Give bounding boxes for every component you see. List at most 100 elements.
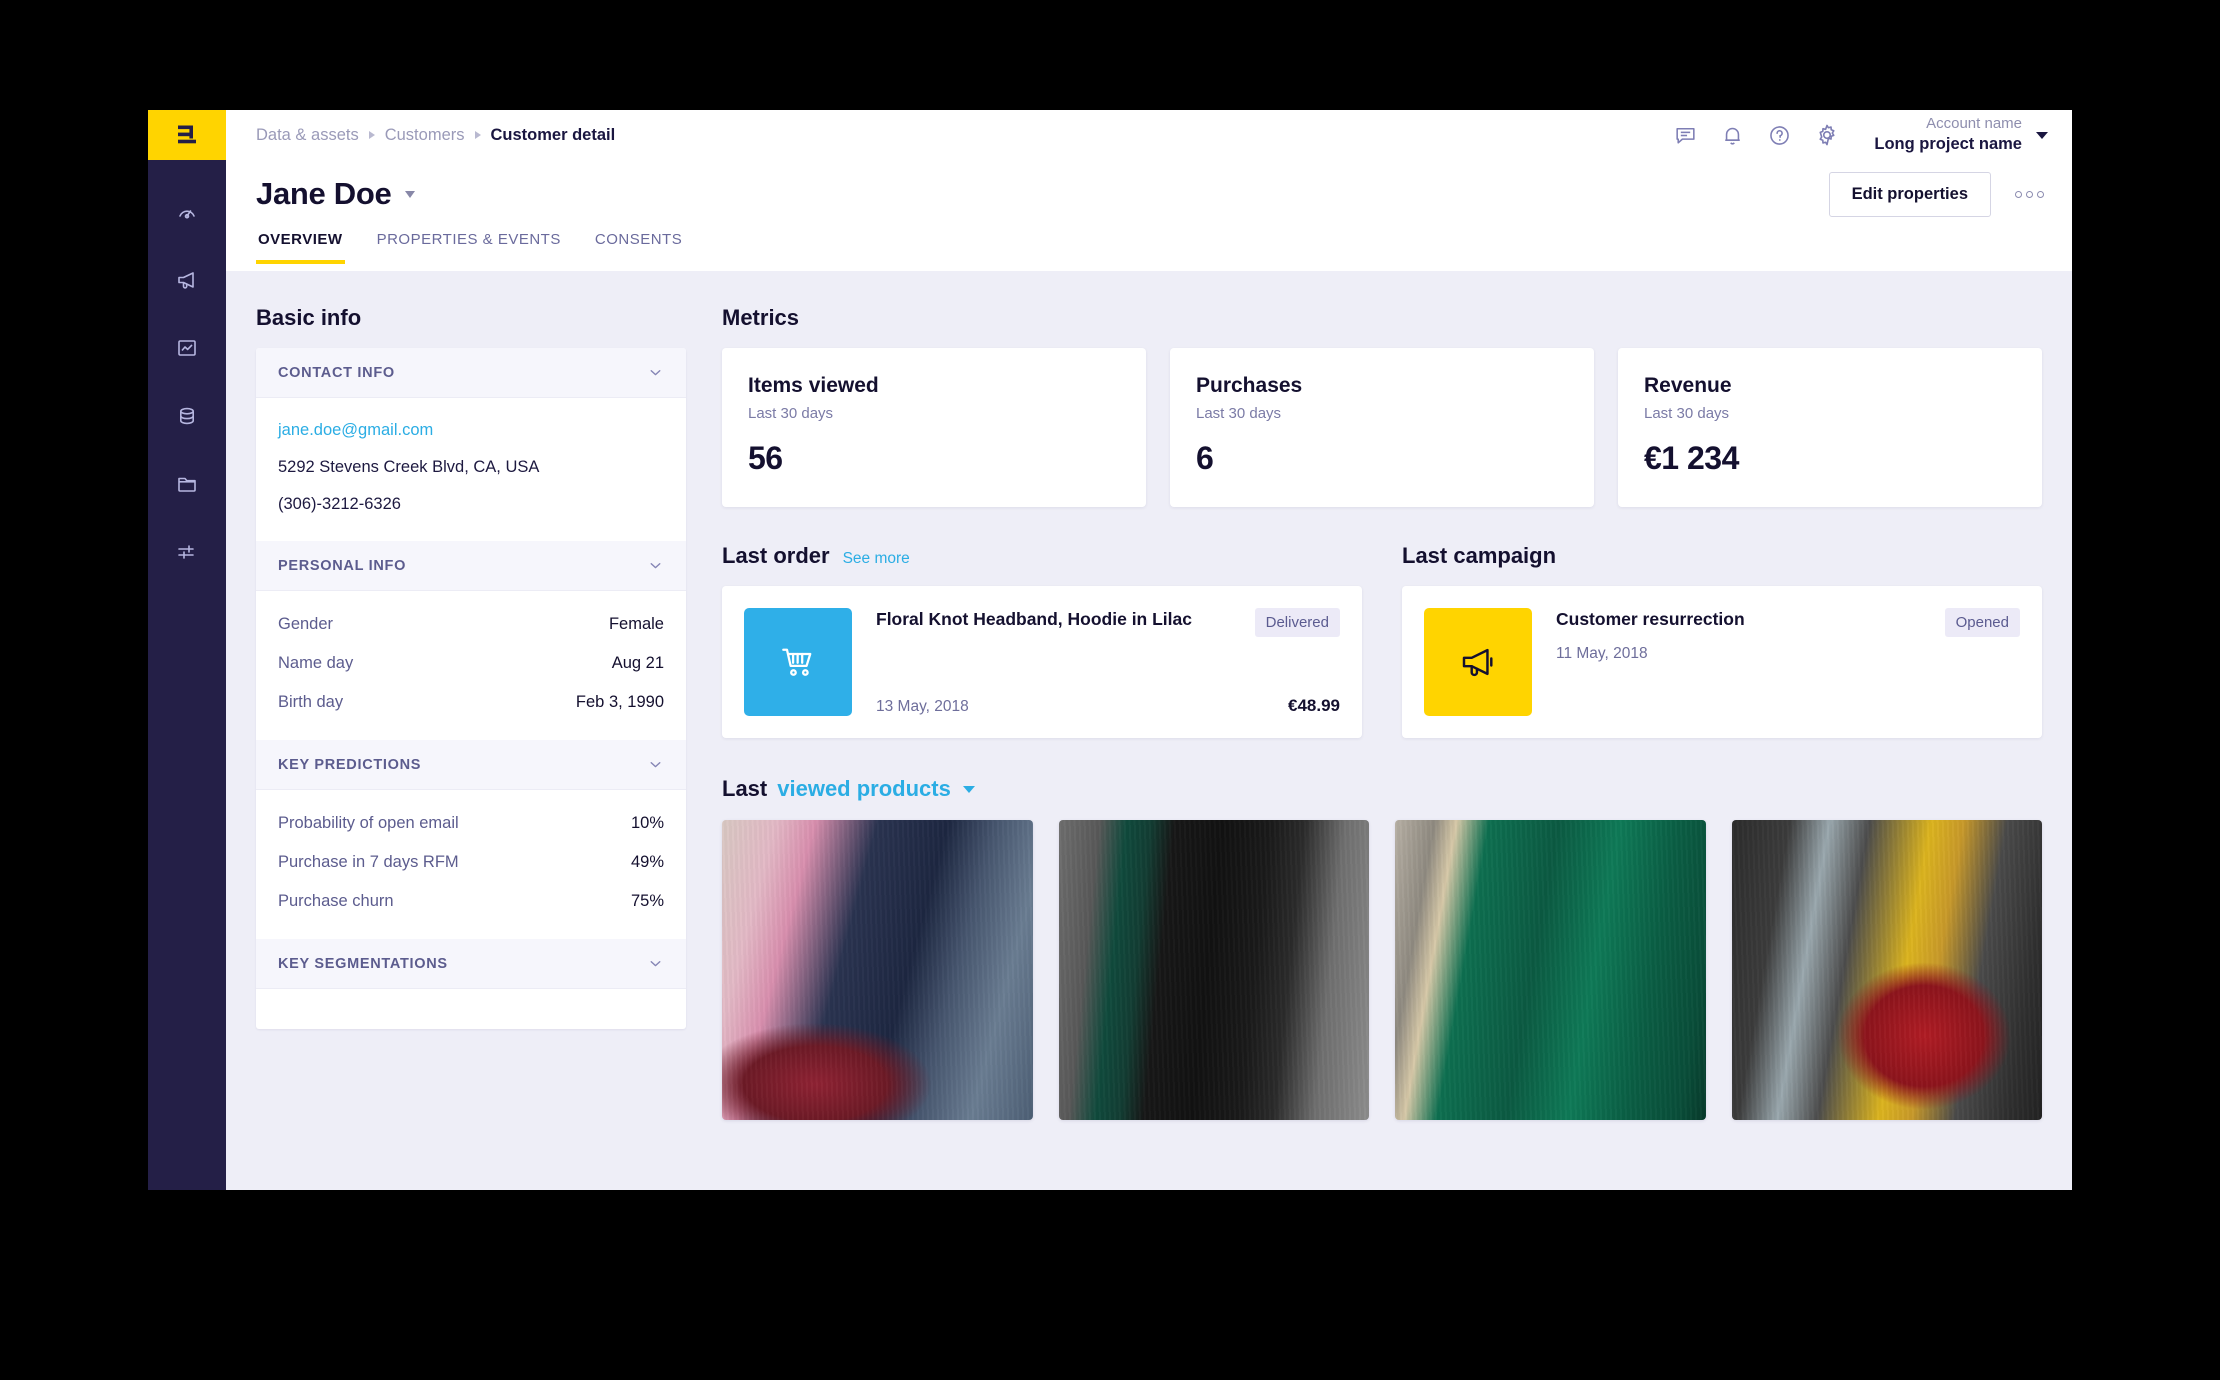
metrics-heading: Metrics (722, 305, 800, 330)
order-campaign-row: Last order See more Floral Knot Headband… (722, 543, 2042, 738)
sidebar-item-campaigns[interactable] (148, 246, 226, 314)
topbar-actions: Account name Long project name (1673, 115, 2048, 154)
last-order-heading: Last order (722, 543, 830, 568)
row-key: Name day (278, 654, 354, 672)
section-body-contact-info: jane.doe@gmail.com 5292 Stevens Creek Bl… (256, 398, 686, 541)
row-value: 49% (630, 853, 664, 871)
contact-email[interactable]: jane.doe@gmail.com (278, 412, 664, 449)
metric-subtitle: Last 30 days (1644, 405, 1730, 422)
sidebar-item-settings[interactable] (148, 518, 226, 586)
section-label: PERSONAL INFO (278, 557, 407, 574)
edit-properties-button[interactable]: Edit properties (1828, 171, 1991, 217)
sidebar-item-data[interactable] (148, 382, 226, 450)
section-body-personal-info: Gender Female Name day Aug 21 Birth day … (256, 591, 686, 740)
basic-info-heading: Basic info (256, 305, 362, 330)
last-campaign-heading: Last campaign (1402, 543, 1557, 568)
last-campaign-card[interactable]: Customer resurrection Opened 11 May, 201… (1402, 586, 2042, 738)
more-options-icon[interactable] (2011, 185, 2048, 204)
chevron-down-icon (647, 557, 664, 574)
sidebar-item-analytics[interactable] (148, 314, 226, 382)
row-name-day: Name day Aug 21 (278, 644, 664, 683)
row-value: Aug 21 (611, 654, 664, 672)
last-viewed-products-heading: Last viewed products (722, 776, 2042, 802)
project-name-label: Long project name (1874, 135, 2022, 154)
folder-icon (178, 477, 196, 492)
tab-properties-events[interactable]: PROPERTIES & EVENTS (375, 228, 563, 264)
row-key: Purchase in 7 days RFM (278, 853, 459, 871)
product-thumbnail[interactable] (1731, 820, 2042, 1120)
section-header-key-segmentations[interactable]: KEY SEGMENTATIONS (256, 939, 686, 989)
product-thumbnail[interactable] (1395, 820, 1706, 1120)
application-window: Data & assets Customers Customer detail (148, 110, 2072, 1190)
last-campaign-top: Customer resurrection Opened (1556, 608, 2020, 637)
viewed-products-dropdown-label[interactable]: viewed products (777, 776, 951, 802)
metrics-row: Items viewed Last 30 days 56 Purchases L… (722, 348, 2042, 507)
shopping-cart-icon (744, 608, 852, 716)
sidebar-nav-list (148, 160, 226, 586)
last-campaign-section: Last campaign Customer resurrection Open… (1402, 543, 2042, 738)
photo-texture (1058, 820, 1369, 1120)
row-key: Purchase churn (278, 892, 394, 910)
breadcrumb-separator-icon (368, 131, 375, 139)
title-chevron-down-icon[interactable] (405, 190, 416, 198)
section-header-personal-info[interactable]: PERSONAL INFO (256, 541, 686, 591)
last-order-heading-row: Last order See more (722, 543, 1362, 569)
contact-address: 5292 Stevens Creek Blvd, CA, USA (278, 458, 540, 476)
chevron-down-icon (647, 364, 664, 381)
row-birth-day: Birth day Feb 3, 1990 (278, 683, 664, 722)
row-purchase-7-days-rfm: Purchase in 7 days RFM 49% (278, 843, 664, 882)
account-switcher[interactable]: Account name Long project name (1874, 115, 2048, 154)
last-order-details: Floral Knot Headband, Hoodie in Lilac De… (876, 608, 1340, 716)
row-gender: Gender Female (278, 605, 664, 644)
order-date: 13 May, 2018 (876, 698, 969, 715)
metric-card-purchases: Purchases Last 30 days 6 (1170, 348, 1594, 507)
product-thumbnail[interactable] (1058, 820, 1369, 1120)
chevron-down-icon (647, 756, 664, 773)
section-body-key-predictions: Probability of open email 10% Purchase i… (256, 790, 686, 939)
row-key: Gender (278, 615, 334, 633)
help-icon[interactable] (1767, 123, 1792, 148)
status-badge: Opened (1944, 608, 2020, 637)
tab-consents[interactable]: CONSENTS (593, 228, 684, 264)
row-value: 10% (630, 814, 664, 832)
gear-icon[interactable] (1814, 122, 1840, 148)
breadcrumb: Data & assets Customers Customer detail (256, 126, 615, 145)
breadcrumb-item-customer-detail: Customer detail (490, 125, 616, 144)
section-header-key-predictions[interactable]: KEY PREDICTIONS (256, 740, 686, 790)
sidebar-item-assets[interactable] (148, 450, 226, 518)
metric-title: Items viewed (748, 374, 879, 397)
last-order-card[interactable]: Floral Knot Headband, Hoodie in Lilac De… (722, 586, 1362, 738)
primary-sidebar (148, 110, 226, 1190)
app-logo[interactable] (148, 110, 226, 160)
section-label: KEY PREDICTIONS (278, 756, 422, 773)
metric-title: Purchases (1196, 374, 1303, 397)
product-thumbnail-row (722, 820, 2042, 1120)
page-title: Jane Doe (256, 176, 392, 211)
contact-phone: (306)-3212-6326 (278, 495, 401, 513)
row-key: Birth day (278, 693, 344, 711)
last-campaign-details: Customer resurrection Opened 11 May, 201… (1556, 608, 2020, 716)
order-price: €48.99 (1288, 696, 1340, 715)
bell-icon[interactable] (1720, 123, 1745, 148)
chevron-down-icon[interactable] (962, 785, 975, 793)
tab-overview[interactable]: OVERVIEW (256, 228, 345, 264)
chevron-down-icon (647, 955, 664, 972)
metric-subtitle: Last 30 days (1196, 405, 1282, 422)
breadcrumb-item-data-assets[interactable]: Data & assets (256, 126, 359, 145)
megaphone-icon (1424, 608, 1532, 716)
product-thumbnail[interactable] (722, 820, 1033, 1120)
row-value: Feb 3, 1990 (575, 693, 664, 711)
row-value: Female (608, 615, 664, 633)
chat-icon[interactable] (1673, 123, 1698, 148)
see-more-link[interactable]: See more (843, 550, 910, 568)
breadcrumb-item-customers[interactable]: Customers (385, 126, 465, 145)
status-badge: Delivered (1254, 608, 1340, 637)
account-name-label: Account name (1926, 115, 2022, 133)
section-header-contact-info[interactable]: CONTACT INFO (256, 348, 686, 398)
last-order-section: Last order See more Floral Knot Headband… (722, 543, 1362, 738)
basic-info-column: Basic info CONTACT INFO jane.doe@gmail.c… (256, 305, 686, 1190)
breadcrumb-separator-icon (474, 131, 481, 139)
sidebar-item-dashboard[interactable] (148, 178, 226, 246)
section-body-key-segmentations (256, 989, 686, 1029)
last-label: Last (722, 776, 768, 801)
